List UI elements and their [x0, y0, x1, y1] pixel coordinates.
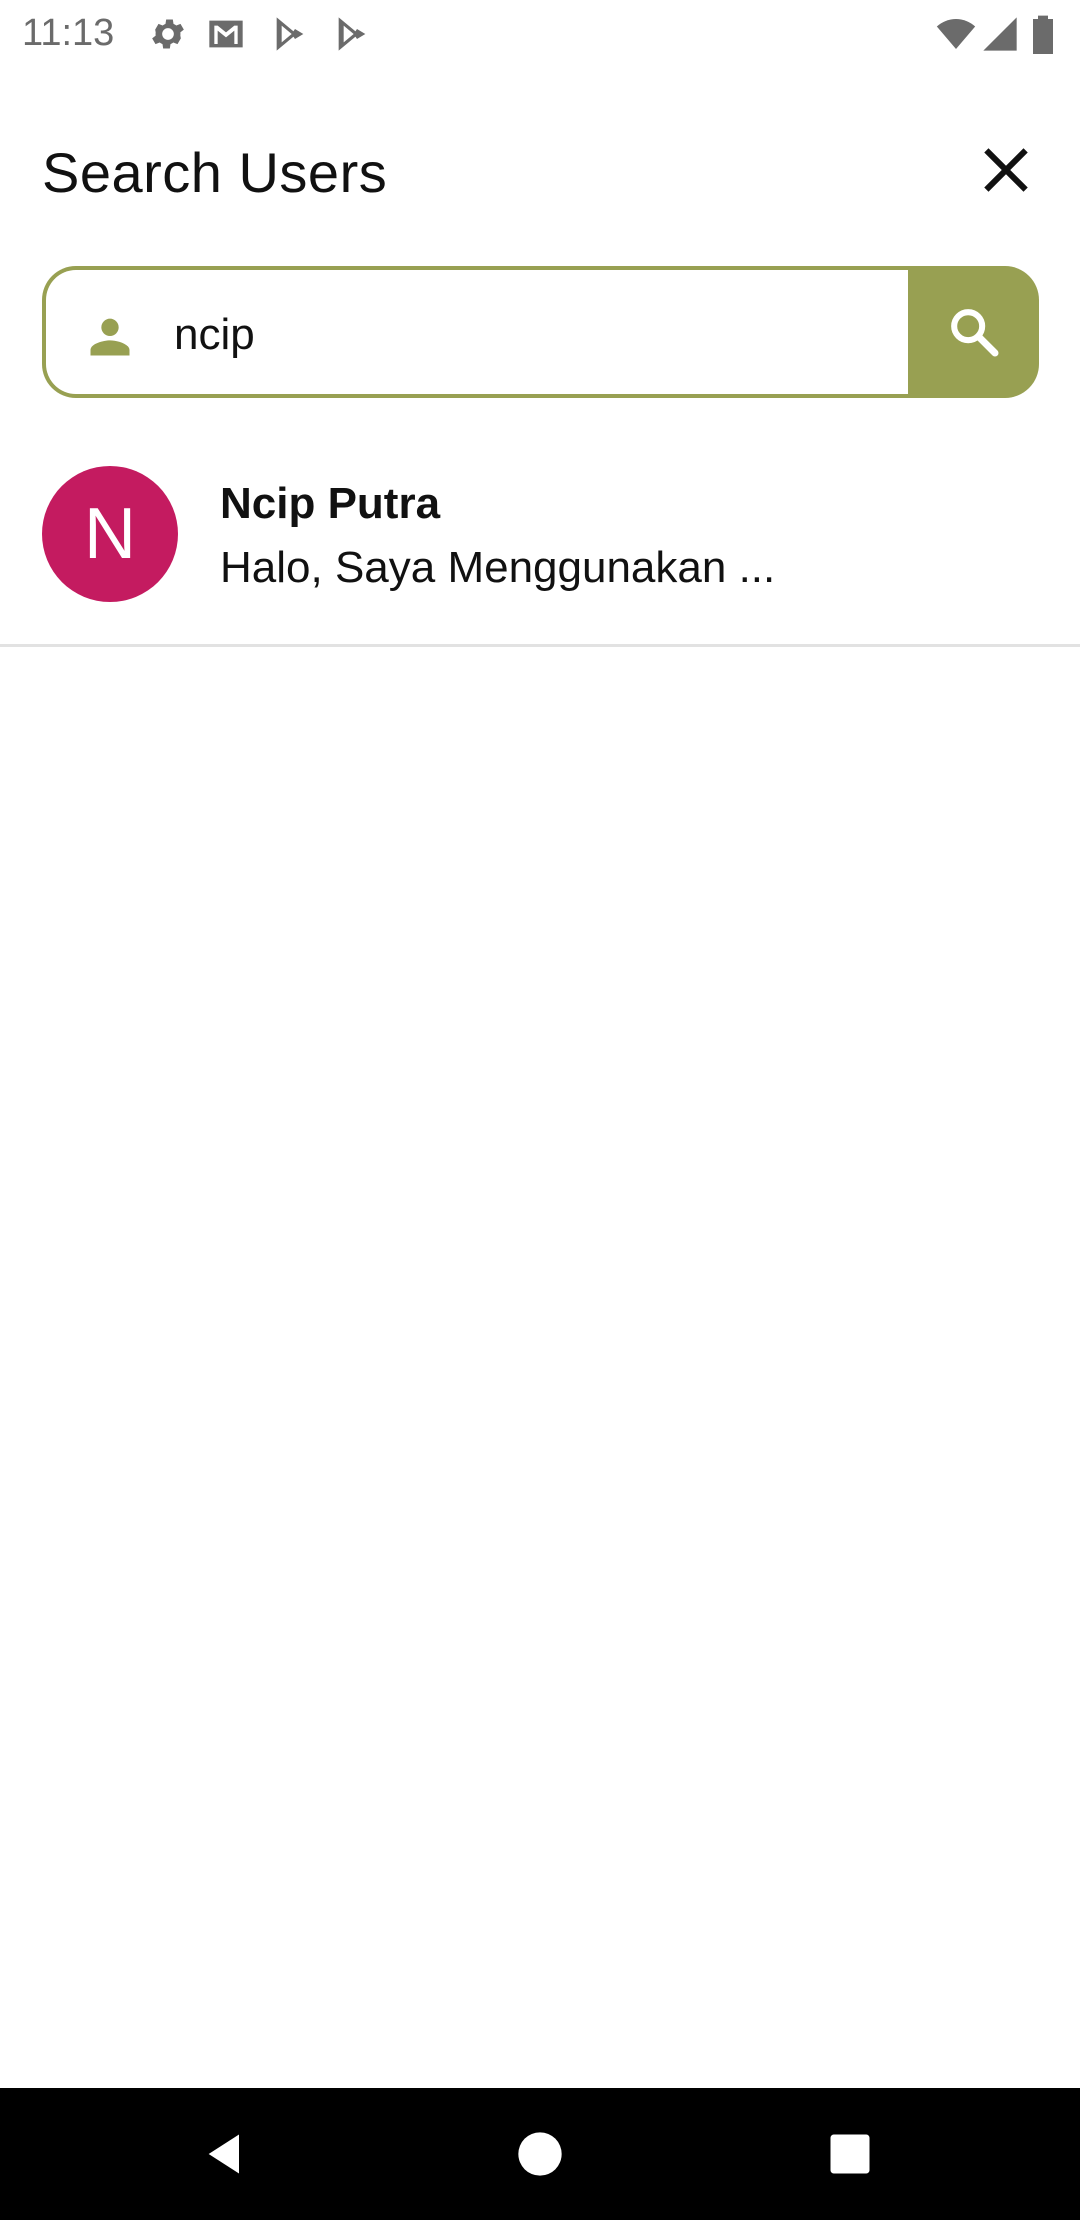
status-time: 11:13 — [22, 12, 115, 54]
close-icon — [984, 148, 1028, 192]
divider — [0, 644, 1080, 647]
wifi-icon — [936, 14, 976, 54]
back-button[interactable] — [200, 2128, 252, 2180]
close-button[interactable] — [976, 140, 1036, 200]
play-store-icon — [332, 14, 372, 54]
avatar: N — [42, 466, 178, 602]
play-store-icon — [270, 14, 310, 54]
gmail-icon — [206, 14, 246, 54]
battery-icon — [1030, 14, 1056, 54]
signal-icon — [980, 14, 1020, 54]
recents-button[interactable] — [824, 2128, 876, 2180]
list-item[interactable]: N Ncip Putra Halo, Saya Menggunakan ... — [0, 430, 1080, 644]
person-icon — [84, 310, 136, 362]
user-status: Halo, Saya Menggunakan ... — [220, 543, 776, 592]
search-icon — [951, 309, 999, 357]
user-name: Ncip Putra — [220, 479, 441, 528]
settings-icon — [148, 14, 188, 54]
search-button[interactable] — [908, 266, 1039, 398]
search-bar — [42, 266, 1039, 398]
navigation-bar — [0, 2088, 1080, 2220]
page-title: Search Users — [42, 141, 388, 204]
recents-icon — [830, 2134, 870, 2174]
search-field[interactable] — [42, 266, 910, 398]
search-users-screen: 11:13 Search Users ncip N Ncip Putra Hal… — [0, 0, 1080, 2220]
home-button[interactable] — [514, 2128, 566, 2180]
status-bar: 11:13 — [0, 0, 1080, 66]
search-input[interactable] — [174, 300, 874, 370]
home-icon — [518, 2132, 562, 2176]
back-icon — [208, 2134, 239, 2174]
